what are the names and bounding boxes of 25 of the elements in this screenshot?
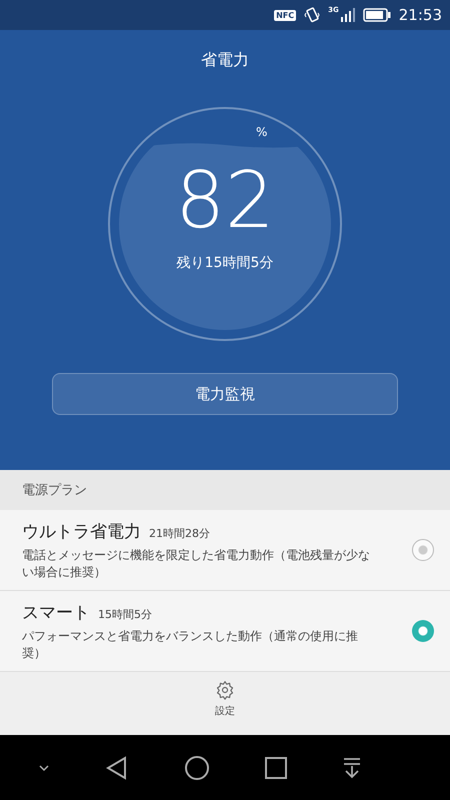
home-icon[interactable] (184, 756, 209, 780)
section-header: 電源プラン (0, 470, 450, 510)
clock: 21:53 (398, 6, 442, 24)
radio-button[interactable] (412, 539, 434, 561)
notification-pull-icon[interactable] (342, 756, 362, 778)
battery-icon (362, 8, 391, 22)
recents-icon[interactable] (264, 756, 287, 778)
settings-button[interactable]: 設定 (215, 672, 235, 735)
plan-name: ウルトラ省電力 (22, 522, 141, 542)
plan-name: スマート (22, 603, 90, 624)
plan-duration: 21時間28分 (149, 527, 210, 540)
battery-percent: 82 (175, 162, 275, 240)
signal-icon (340, 8, 355, 22)
plan-duration: 15時間5分 (98, 608, 152, 622)
settings-icon (215, 680, 235, 700)
plan-description: パフォーマンスと省電力をバランスした動作（通常の使用に推奨） (22, 628, 359, 661)
radio-button[interactable] (412, 620, 434, 642)
screen-title: 省電力 (201, 50, 249, 71)
collapse-icon[interactable] (38, 764, 50, 772)
percent-sign: % (256, 125, 268, 139)
power-monitor-button[interactable]: 電力監視 (52, 373, 398, 415)
remaining-time: 残り15時間5分 (176, 254, 274, 272)
nfc-indicator: NFC (274, 10, 296, 20)
plan-description: 電話とメッセージに機能を限定した省電力動作（電池残量が少ない場合に推奨） (22, 547, 371, 580)
vibrate-icon (304, 7, 320, 23)
